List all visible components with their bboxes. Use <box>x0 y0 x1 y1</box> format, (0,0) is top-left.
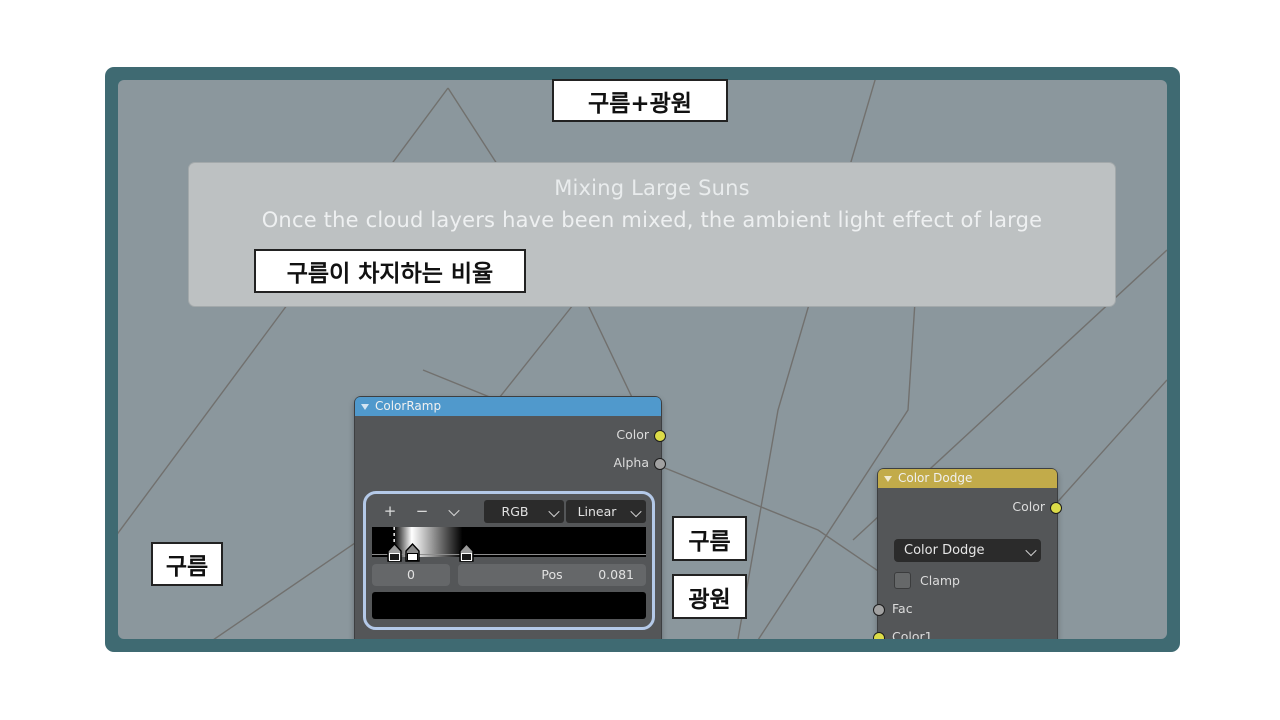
color-mode-value: RGB <box>501 504 529 519</box>
colorramp-index-field[interactable]: 0 <box>372 564 450 586</box>
blend-mode-dropdown[interactable]: Color Dodge <box>894 539 1041 562</box>
clamp-row[interactable]: Clamp <box>894 569 960 591</box>
callout-light-source: 광원 <box>672 574 747 619</box>
colorramp-gradient-strip[interactable] <box>372 527 646 562</box>
triangle-down-icon[interactable] <box>361 403 369 410</box>
socket-alpha-out[interactable] <box>654 458 666 470</box>
color-mode-dropdown[interactable]: RGB <box>484 500 564 523</box>
socket-label-alpha: Alpha <box>613 455 649 470</box>
interpolation-value: Linear <box>577 504 617 519</box>
node-colordodge-header[interactable]: Color Dodge <box>878 469 1057 488</box>
colorramp-color-swatch[interactable] <box>372 592 646 619</box>
socket-color-out[interactable] <box>654 430 666 442</box>
chevron-down-icon <box>1025 544 1037 556</box>
colorramp-stop-1[interactable] <box>404 542 421 562</box>
chevron-down-icon <box>548 505 560 517</box>
frame-description: Once the cloud layers have been mixed, t… <box>261 208 1043 232</box>
colorramp-stop-0[interactable] <box>386 542 403 562</box>
socket-row-color-out[interactable]: Color <box>878 493 1062 521</box>
blend-mode-value: Color Dodge <box>904 543 985 558</box>
node-colordodge-title: Color Dodge <box>898 471 973 485</box>
clamp-checkbox[interactable] <box>894 571 911 589</box>
socket-label-fac: Fac <box>369 636 390 639</box>
socket-color1-in[interactable] <box>873 632 885 639</box>
socket-label-fac: Fac <box>892 601 913 616</box>
chevron-down-icon <box>630 505 642 517</box>
socket-row-color1-in[interactable]: Color1 <box>873 623 1057 639</box>
colorramp-pos-value: 0.081 <box>598 567 634 582</box>
callout-cloud-ratio: 구름이 차지하는 비율 <box>254 249 526 293</box>
node-colorramp-title: ColorRamp <box>375 399 442 413</box>
callout-cloud-left: 구름 <box>151 542 223 586</box>
socket-row-fac-in[interactable]: Fac <box>355 630 661 639</box>
colorramp-toolbar: + − RGB Linear <box>372 500 646 523</box>
node-editor-canvas[interactable]: Mixing Large Suns Once the cloud layers … <box>118 80 1167 639</box>
remove-stop-button[interactable]: − <box>408 500 436 523</box>
colorramp-pos-field[interactable]: Pos 0.081 <box>458 564 646 586</box>
colorramp-stop-2[interactable] <box>458 542 475 562</box>
colorramp-widget-highlight: + − RGB Linear 0 Pos 0.081 <box>363 491 655 630</box>
socket-row-alpha-out[interactable]: Alpha <box>355 449 666 477</box>
triangle-down-icon[interactable] <box>884 475 892 482</box>
add-stop-button[interactable]: + <box>376 500 404 523</box>
socket-row-color-out[interactable]: Color <box>355 421 666 449</box>
node-colorramp[interactable]: ColorRamp Color Alpha + − RGB Linear 0 P… <box>354 396 666 639</box>
callout-cloud-right: 구름 <box>672 516 747 561</box>
colorramp-menu-button[interactable] <box>440 500 468 523</box>
socket-label-color: Color <box>616 427 649 442</box>
socket-label-color: Color <box>1012 499 1045 514</box>
callout-cloud-plus-light: 구름+광원 <box>552 79 728 122</box>
node-colorramp-header[interactable]: ColorRamp <box>355 397 661 416</box>
socket-label-color1: Color1 <box>892 629 933 639</box>
chevron-down-icon <box>448 504 460 517</box>
socket-row-fac-in[interactable]: Fac <box>873 595 1057 623</box>
frame-title: Mixing Large Suns <box>554 176 750 200</box>
node-colordodge[interactable]: Color Dodge Color Color Dodge Clamp Fac … <box>873 468 1062 639</box>
colorramp-fields: 0 Pos 0.081 <box>372 564 646 586</box>
clamp-label: Clamp <box>920 572 960 588</box>
socket-fac-in[interactable] <box>873 604 885 616</box>
interpolation-dropdown[interactable]: Linear <box>566 500 646 523</box>
node-editor[interactable]: Mixing Large Suns Once the cloud layers … <box>105 67 1180 652</box>
socket-color-out[interactable] <box>1050 502 1062 514</box>
